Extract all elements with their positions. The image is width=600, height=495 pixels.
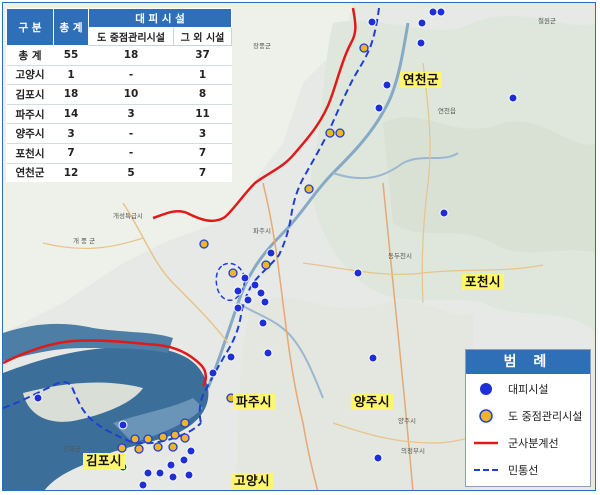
svg-text:양주시: 양주시 [398,417,416,425]
region-label-gimpo: 김포시 [83,453,126,469]
blue-dashed-line-icon [474,469,498,471]
table-row: 포천시 7 - 7 [6,142,232,164]
table-row: 파주시 14 3 11 [6,103,232,124]
region-label-pocheon: 포천시 [462,274,505,290]
cell-region: 고양시 [6,64,54,85]
cell-total: 1 [53,64,89,85]
cell-other: 7 [173,142,232,164]
cell-region: 포천시 [6,142,54,164]
table-row: 양주시 3 - 3 [6,123,232,144]
cell-region: 김포시 [6,84,54,105]
legend-title: 범 례 [466,350,590,374]
cell-managed: 18 [88,45,174,66]
legend-item-managed: 도 중점관리시설 [466,403,590,429]
table-row: 총 계 55 18 37 [6,45,232,66]
region-label-yeoncheon: 연천군 [400,72,443,88]
cell-total: 3 [53,123,89,144]
svg-text:의정부시: 의정부시 [401,446,425,455]
map-frame: 개성특급시 개 풍 군 장풍군 양주시 의정부시 파주시 강화군 동두천시 연천… [2,2,596,491]
header-category: 구 분 [6,8,54,46]
svg-text:강화군: 강화군 [63,444,81,453]
region-label-yangju: 양주시 [351,394,394,410]
cell-managed: 3 [88,103,174,124]
svg-text:개성특급시: 개성특급시 [113,211,143,220]
cell-other: 3 [173,123,232,144]
legend-item-shelter: 대피시설 [466,376,590,402]
svg-text:장풍군: 장풍군 [253,41,271,50]
cell-total: 7 [53,142,89,164]
cell-managed: 5 [88,162,174,183]
cell-region: 양주시 [6,123,54,144]
header-shelter-group: 대 피 시 설 [88,8,232,28]
cell-total: 55 [53,45,89,66]
map-legend: 범 례 대피시설 도 중점관리시설 군사분계선 민통선 [465,349,591,487]
cell-total: 12 [53,162,89,183]
legend-label-ccl: 민통선 [508,464,539,477]
region-label-paju: 파주시 [233,394,276,410]
cell-managed: - [88,123,174,144]
header-other: 그 외 시설 [173,27,232,46]
shelter-statistics-table: 구 분 총 계 대 피 시 설 도 중점관리시설 그 외 시설 총 계 55 1… [6,8,232,183]
cell-other: 8 [173,84,232,105]
legend-item-ccl: 민통선 [466,457,590,483]
cell-managed: 10 [88,84,174,105]
svg-text:연천읍: 연천읍 [438,106,456,115]
svg-text:동두천시: 동두천시 [388,251,412,260]
legend-label-shelter: 대피시설 [508,383,549,396]
cell-region: 총 계 [6,45,54,66]
cell-total: 18 [53,84,89,105]
svg-text:개 풍 군: 개 풍 군 [73,236,95,245]
svg-text:철원군: 철원군 [538,16,556,25]
header-managed: 도 중점관리시설 [88,27,174,46]
cell-other: 37 [173,45,232,66]
cell-other: 11 [173,103,232,124]
cell-other: 1 [173,64,232,85]
cell-other: 7 [173,162,232,183]
cell-managed: - [88,142,174,164]
legend-label-mdl: 군사분계선 [508,437,559,450]
cell-region: 파주시 [6,103,54,124]
region-label-goyang: 고양시 [231,473,274,489]
legend-label-managed: 도 중점관리시설 [508,410,583,423]
cell-total: 14 [53,103,89,124]
header-total: 총 계 [53,8,89,46]
svg-text:파주시: 파주시 [253,226,271,235]
red-line-icon [474,441,498,445]
legend-item-mdl: 군사분계선 [466,430,590,456]
cell-managed: - [88,64,174,85]
table-row: 고양시 1 - 1 [6,64,232,85]
table-row: 연천군 12 5 7 [6,162,232,183]
blue-dot-icon [480,383,492,395]
orange-dot-icon [479,409,493,423]
cell-region: 연천군 [6,162,54,183]
table-row: 김포시 18 10 8 [6,84,232,105]
